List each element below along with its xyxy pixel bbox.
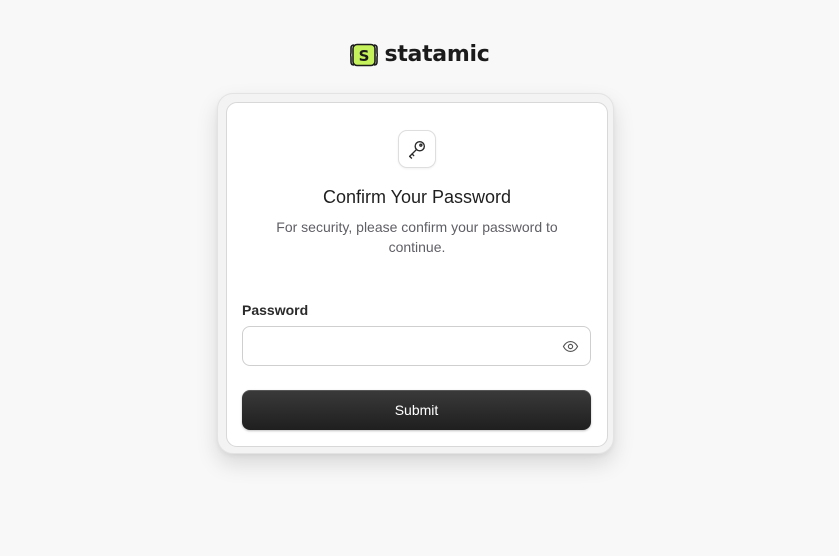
brand-name: statamic [384, 42, 490, 67]
password-label: Password [242, 302, 309, 318]
login-page: S statamic Confirm Your Password For sec… [0, 0, 839, 556]
brand-header: S statamic [0, 42, 839, 68]
show-password-toggle[interactable] [562, 338, 579, 355]
page-subtitle: For security, please confirm your passwo… [257, 217, 577, 257]
eye-icon [562, 340, 579, 353]
subtitle-line: continue. [388, 239, 446, 255]
statamic-logo-icon: S [349, 43, 378, 67]
key-icon-badge [398, 130, 436, 168]
submit-button[interactable]: Submit [242, 390, 591, 430]
confirm-password-card: Confirm Your Password For security, plea… [217, 93, 614, 454]
key-icon [408, 140, 426, 159]
subtitle-line: For security, please confirm your passwo… [276, 219, 558, 235]
password-field [242, 326, 591, 366]
svg-text:S: S [358, 47, 369, 65]
password-input[interactable] [243, 327, 543, 365]
page-title: Confirm Your Password [322, 187, 512, 207]
card-content: Confirm Your Password For security, plea… [226, 102, 608, 447]
